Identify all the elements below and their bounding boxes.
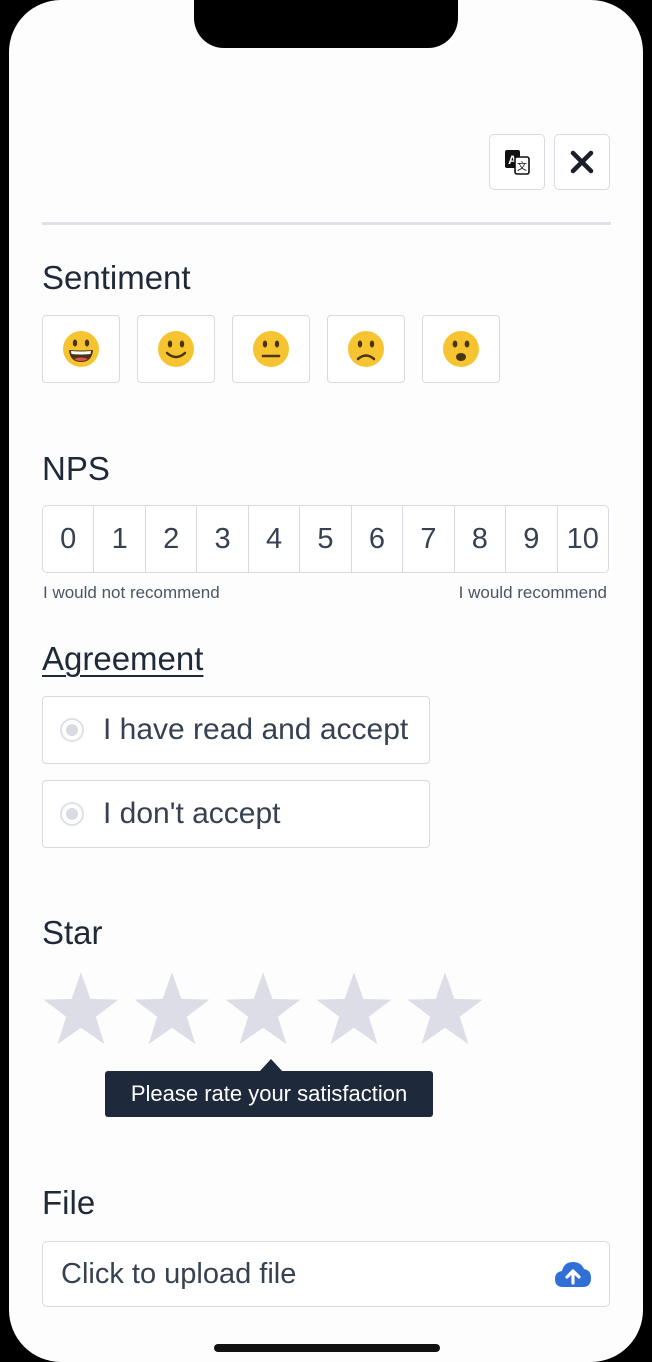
- nps-low-label: I would not recommend: [43, 583, 220, 602]
- nps-option-2[interactable]: 2: [146, 506, 198, 572]
- sentiment-option-unhappy[interactable]: [327, 315, 405, 383]
- home-indicator: [214, 1344, 440, 1352]
- grinning-face-icon: [63, 331, 99, 367]
- agreement-title: Agreement: [42, 640, 204, 677]
- sentiment-options: [42, 315, 500, 383]
- agreement-option-decline[interactable]: I don't accept: [42, 780, 430, 848]
- neutral-face-icon: [253, 331, 289, 367]
- star-rating: [42, 970, 484, 1048]
- radio-dot: [66, 724, 78, 736]
- radio-button[interactable]: [60, 718, 84, 742]
- star-icon[interactable]: [315, 970, 393, 1048]
- phone-screen: A 文 Sentiment NPS 0 1 2 3 4 5 6 7 8 9 10…: [9, 0, 643, 1362]
- slightly-smiling-face-icon: [158, 331, 194, 367]
- star-shape: [407, 972, 483, 1045]
- header-divider: [42, 222, 611, 225]
- file-title: File: [42, 1184, 96, 1221]
- star-icon[interactable]: [406, 970, 484, 1048]
- radio-button[interactable]: [60, 802, 84, 826]
- agreement-option-label: I don't accept: [103, 797, 281, 830]
- nps-option-8[interactable]: 8: [455, 506, 507, 572]
- file-upload[interactable]: Click to upload file: [42, 1241, 610, 1307]
- star-shape: [316, 972, 392, 1045]
- star-icon[interactable]: [224, 970, 302, 1048]
- nps-option-0[interactable]: 0: [43, 506, 95, 572]
- star-shape: [134, 972, 210, 1045]
- translate-icon: A 文: [505, 150, 530, 175]
- upload-label: Click to upload file: [61, 1257, 297, 1290]
- device-notch: [194, 0, 458, 48]
- nps-option-3[interactable]: 3: [197, 506, 249, 572]
- nps-scale: 0 1 2 3 4 5 6 7 8 9 10: [42, 505, 609, 573]
- cloud-upload-icon: [555, 1262, 591, 1287]
- rating-tooltip: Please rate your satisfaction: [105, 1071, 433, 1117]
- star-shape: [225, 972, 301, 1045]
- translate-button[interactable]: A 文: [489, 134, 545, 190]
- agreement-option-accept[interactable]: I have read and accept: [42, 696, 430, 764]
- sentiment-option-very-happy[interactable]: [42, 315, 120, 383]
- star-icon[interactable]: [42, 970, 120, 1048]
- star-title: Star: [42, 914, 103, 951]
- agreement-option-label: I have read and accept: [103, 713, 409, 746]
- sentiment-option-very-unhappy[interactable]: [422, 315, 500, 383]
- star-shape: [43, 972, 119, 1045]
- nps-option-7[interactable]: 7: [403, 506, 455, 572]
- frowning-face-icon: [443, 331, 479, 367]
- star-icon[interactable]: [133, 970, 211, 1048]
- sentiment-option-neutral[interactable]: [232, 315, 310, 383]
- nps-option-5[interactable]: 5: [300, 506, 352, 572]
- sentiment-title: Sentiment: [42, 259, 191, 296]
- radio-dot: [66, 808, 78, 820]
- nps-option-9[interactable]: 9: [506, 506, 558, 572]
- close-icon: [570, 150, 594, 174]
- nps-option-6[interactable]: 6: [352, 506, 404, 572]
- sentiment-option-happy[interactable]: [137, 315, 215, 383]
- nps-option-4[interactable]: 4: [249, 506, 301, 572]
- nps-option-10[interactable]: 10: [558, 506, 608, 572]
- nps-option-1[interactable]: 1: [94, 506, 146, 572]
- close-button[interactable]: [554, 134, 610, 190]
- svg-text:文: 文: [517, 160, 527, 173]
- nps-high-label: I would recommend: [458, 583, 607, 602]
- nps-title: NPS: [42, 450, 110, 487]
- slightly-frowning-face-icon: [348, 331, 384, 367]
